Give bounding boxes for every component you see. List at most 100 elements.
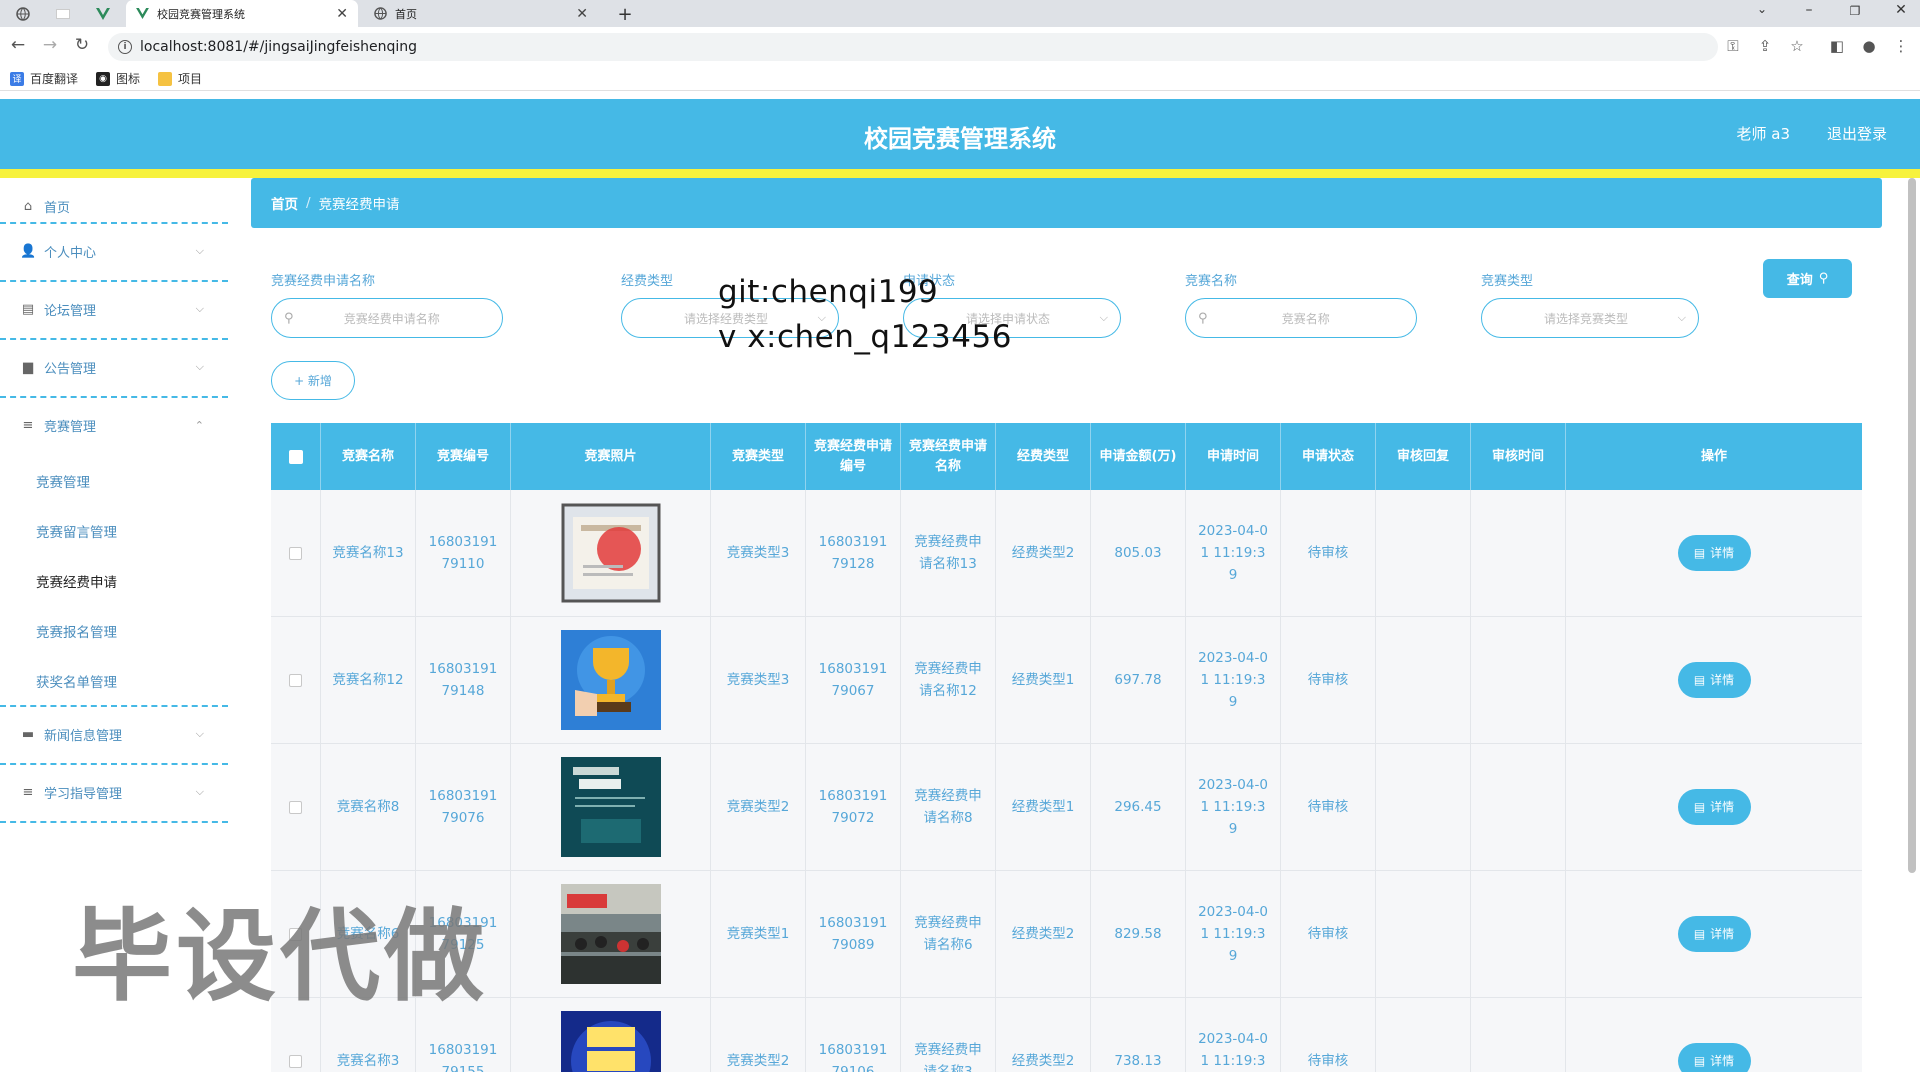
cell-status[interactable]: 待审核	[1281, 617, 1376, 743]
cell-contest-type[interactable]: 竞赛类型3	[711, 617, 806, 743]
cell-contest-type[interactable]: 竞赛类型2	[711, 998, 806, 1072]
detail-button[interactable]: ▤ 详情	[1677, 1043, 1751, 1072]
column-header[interactable]: 审核时间	[1471, 423, 1566, 490]
cell-fee-type[interactable]: 经费类型2	[996, 998, 1091, 1072]
column-header[interactable]: 竞赛名称	[321, 423, 416, 490]
cell-status[interactable]: 待审核	[1281, 998, 1376, 1072]
tab-search-icon[interactable]: ⌄	[1742, 2, 1782, 16]
detail-button[interactable]: ▤ 详情	[1677, 662, 1751, 698]
tab-app[interactable]: 校园竞赛管理系统 ✕	[126, 0, 358, 27]
cell-status[interactable]: 待审核	[1281, 490, 1376, 616]
cell-contest-type[interactable]: 竞赛类型1	[711, 871, 806, 997]
reload-icon[interactable]: ↻	[70, 35, 94, 55]
cell-apply-name[interactable]: 竞赛经费申请名称13	[901, 490, 996, 616]
cell-fee-type-text: 经费类型2	[1011, 545, 1075, 561]
cell-contest-type[interactable]: 竞赛类型2	[711, 744, 806, 870]
close-icon[interactable]: ✕	[336, 6, 348, 22]
bookmark-fanyi[interactable]: 译 百度翻译	[10, 70, 78, 87]
close-icon[interactable]: ✕	[576, 6, 588, 22]
vue-icon[interactable]	[92, 4, 114, 24]
column-header[interactable]: 申请金额(万)	[1091, 423, 1186, 490]
sidebar-sub-awards[interactable]: 获奖名单管理	[36, 671, 117, 691]
blank-tab-icon[interactable]	[52, 4, 74, 24]
bookmark-icons[interactable]: ◉ 图标	[96, 70, 140, 87]
detail-button[interactable]: ▤ 详情	[1677, 789, 1751, 825]
sidebar-sub-contest[interactable]: 竞赛管理	[36, 471, 90, 491]
contest-photo[interactable]	[560, 1011, 661, 1072]
detail-button[interactable]: ▤ 详情	[1677, 916, 1751, 952]
tab-home[interactable]: 首页 ✕	[364, 0, 598, 27]
cell-apply-name[interactable]: 竞赛经费申请名称12	[901, 617, 996, 743]
column-header[interactable]: 竞赛编号	[416, 423, 511, 490]
back-arrow-icon[interactable]: ←	[6, 35, 30, 55]
cell-apply-name[interactable]: 竞赛经费申请名称8	[901, 744, 996, 870]
query-button[interactable]: 查询 ⚲	[1763, 259, 1852, 298]
cell-apply-time: 2023-04-01 11:19:39	[1186, 998, 1281, 1072]
key-icon[interactable]: ⚿	[1722, 37, 1744, 55]
sidebar-item-notice[interactable]: ▆ 公告管理 ⌵	[0, 339, 228, 395]
forward-arrow-icon[interactable]: →	[38, 35, 62, 55]
close-window-button[interactable]: ✕	[1881, 2, 1920, 18]
cell-review-reply	[1376, 490, 1471, 616]
apply-name-input[interactable]: ⚲ 竞赛经费申请名称	[271, 298, 503, 338]
sidebar-sub-funding[interactable]: 竞赛经费申请	[36, 571, 117, 591]
cell-contest-name[interactable]: 竞赛名称13	[321, 490, 416, 616]
sidebar-item-forum[interactable]: ▤ 论坛管理 ⌵	[0, 281, 228, 337]
new-tab-button[interactable]: +	[614, 4, 636, 25]
cell-status[interactable]: 待审核	[1281, 871, 1376, 997]
globe-icon[interactable]	[12, 4, 34, 24]
column-header[interactable]: 竞赛经费申请编号	[806, 423, 901, 490]
sidebar-item-news[interactable]: ▬ 新闻信息管理 ⌵	[0, 706, 228, 762]
cell-fee-type[interactable]: 经费类型2	[996, 490, 1091, 616]
cell-contest-type[interactable]: 竞赛类型3	[711, 490, 806, 616]
row-checkbox[interactable]	[289, 800, 302, 814]
contest-type-select[interactable]: 请选择竞赛类型 ⌵	[1481, 298, 1699, 338]
chevron-up-icon: ⌃	[194, 418, 204, 432]
contest-photo[interactable]	[561, 503, 661, 603]
row-checkbox[interactable]	[289, 546, 302, 560]
contest-name-input[interactable]: ⚲ 竞赛名称	[1185, 298, 1417, 338]
profile-icon[interactable]: ●	[1858, 37, 1880, 55]
cell-apply-name[interactable]: 竞赛经费申请名称6	[901, 871, 996, 997]
logout-link[interactable]: 退出登录	[1827, 123, 1887, 144]
cell-status[interactable]: 待审核	[1281, 744, 1376, 870]
row-checkbox[interactable]	[289, 673, 302, 687]
menu-dots-icon[interactable]: ⋮	[1890, 37, 1912, 55]
contest-photo[interactable]	[560, 757, 661, 857]
minimize-button[interactable]: –	[1789, 2, 1829, 18]
page-scrollbar[interactable]	[1908, 178, 1916, 873]
cell-fee-type[interactable]: 经费类型1	[996, 744, 1091, 870]
url-field[interactable]: i localhost:8081/#/jingsaiJingfeishenqin…	[108, 33, 1718, 61]
column-header[interactable]: 申请时间	[1186, 423, 1281, 490]
sidebar-sub-signup[interactable]: 竞赛报名管理	[36, 621, 117, 641]
cell-fee-type[interactable]: 经费类型1	[996, 617, 1091, 743]
sidebar-sub-message[interactable]: 竞赛留言管理	[36, 521, 117, 541]
cell-apply-name[interactable]: 竞赛经费申请名称3	[901, 998, 996, 1072]
detail-button[interactable]: ▤ 详情	[1677, 535, 1751, 571]
sidebar-item-contest[interactable]: ≡ 竞赛管理 ⌃	[0, 397, 228, 453]
row-checkbox[interactable]	[289, 1054, 302, 1068]
column-header[interactable]: 经费类型	[996, 423, 1091, 490]
breadcrumb-home[interactable]: 首页	[271, 193, 298, 213]
column-header[interactable]: 竞赛类型	[711, 423, 806, 490]
column-header[interactable]: 竞赛经费申请名称	[901, 423, 996, 490]
sidebar-item-profile[interactable]: 👤 个人中心 ⌵	[0, 223, 228, 279]
add-button[interactable]: + 新增	[271, 361, 355, 400]
bookmark-project[interactable]: 项目	[158, 70, 202, 87]
column-header[interactable]: 竞赛照片	[511, 423, 711, 490]
contest-photo[interactable]	[560, 630, 661, 730]
restore-button[interactable]: ❐	[1835, 4, 1875, 18]
sidepanel-icon[interactable]: ◧	[1826, 37, 1848, 55]
share-icon[interactable]: ⇪	[1754, 37, 1776, 55]
column-header[interactable]: 申请状态	[1281, 423, 1376, 490]
cell-contest-name[interactable]: 竞赛名称12	[321, 617, 416, 743]
select-all-checkbox[interactable]	[288, 449, 303, 464]
cell-fee-type[interactable]: 经费类型2	[996, 871, 1091, 997]
info-icon[interactable]: i	[118, 40, 132, 54]
cell-fee-type-text: 经费类型2	[1011, 1053, 1075, 1069]
contest-photo[interactable]	[560, 884, 661, 984]
sidebar-item-guide[interactable]: ≡ 学习指导管理 ⌵	[0, 764, 228, 820]
cell-contest-name[interactable]: 竞赛名称8	[321, 744, 416, 870]
star-icon[interactable]: ☆	[1786, 37, 1808, 55]
column-header[interactable]: 审核回复	[1376, 423, 1471, 490]
